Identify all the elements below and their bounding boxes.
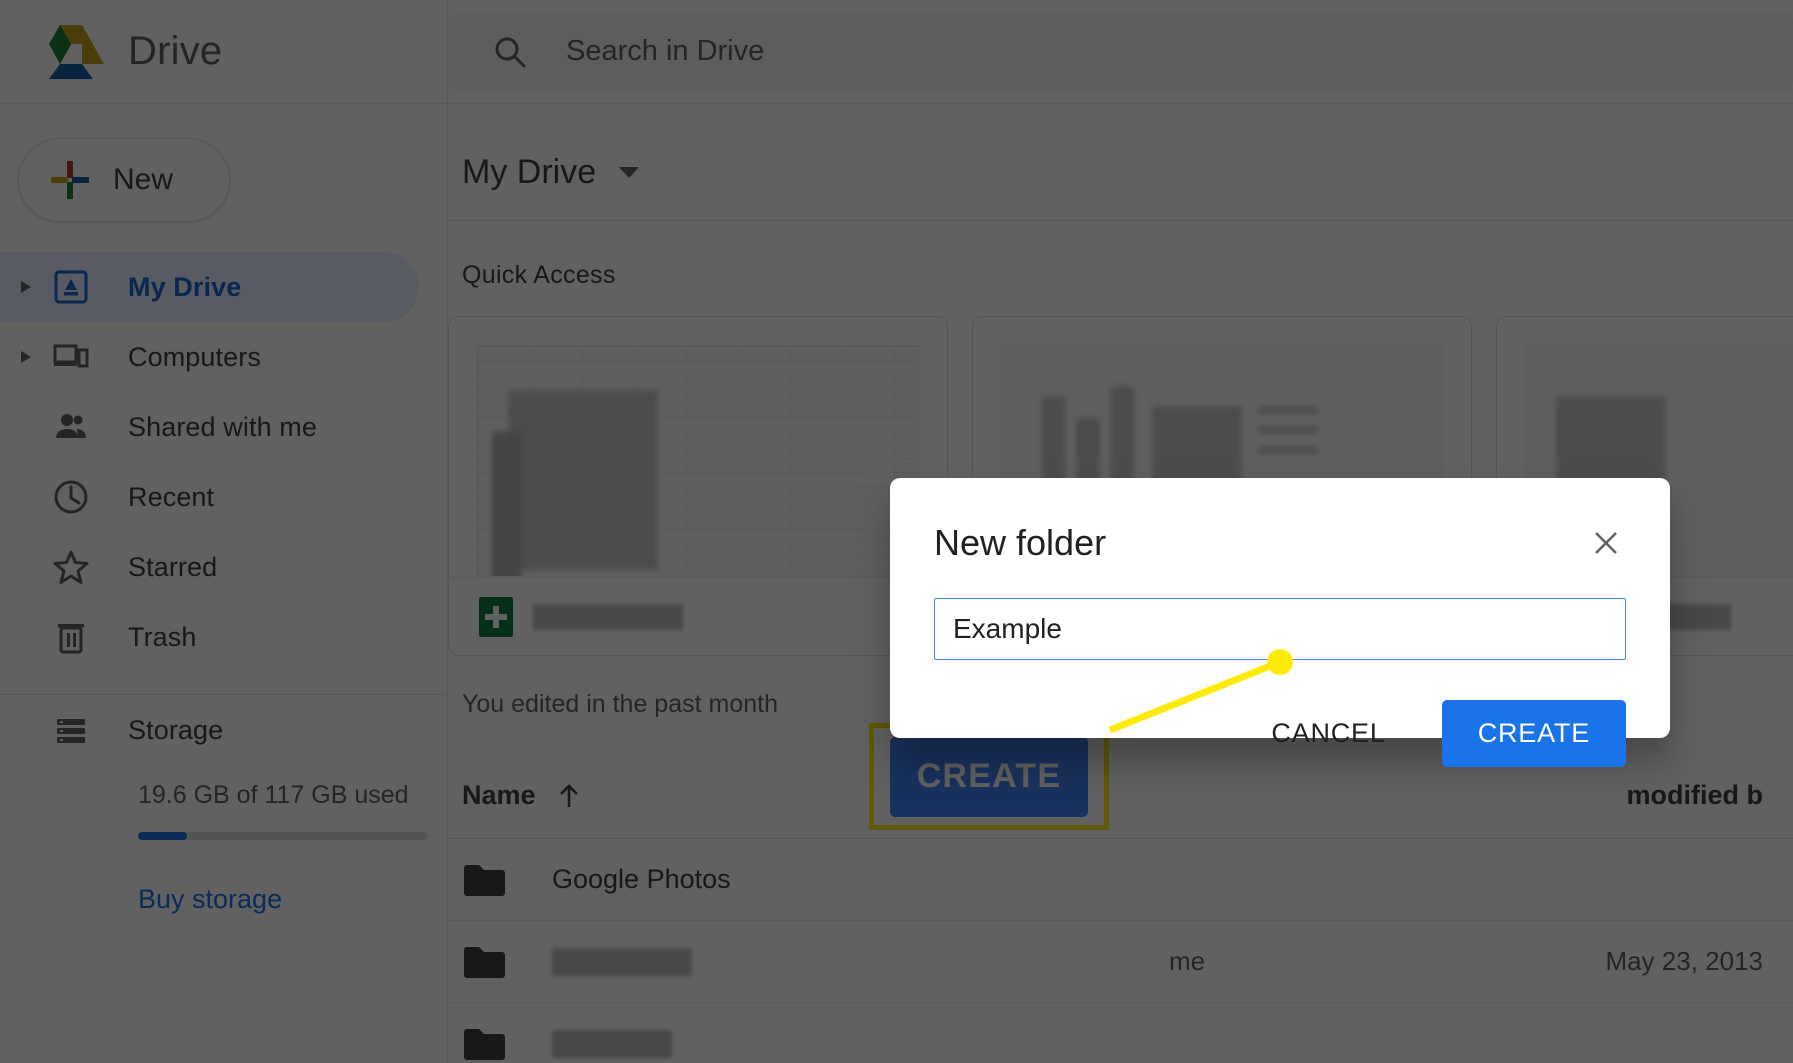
sidebar-item-label: Shared with me: [128, 411, 317, 442]
row-owner: me: [1168, 946, 1206, 976]
brand-title: Drive: [128, 29, 223, 73]
dialog-title: New folder: [934, 522, 1107, 563]
redacted-block: [492, 432, 522, 576]
folder-name-input[interactable]: [934, 598, 1626, 660]
redacted-filename: [552, 1029, 672, 1058]
computers-icon: [44, 339, 98, 375]
row-name-cell: [462, 944, 1022, 980]
row-name-cell: Google Photos: [462, 862, 1022, 898]
sidebar-item-label: Starred: [128, 551, 218, 582]
storage-section: Storage 19.6 GB of 117 GB used Buy stora…: [0, 695, 447, 915]
storage-progress-fill: [138, 832, 188, 840]
search-bar-container: Search in Drive: [448, 0, 1793, 104]
sidebar-item-shared-with-me[interactable]: Shared with me: [0, 392, 447, 462]
arrow-up-icon[interactable]: [558, 783, 580, 809]
dialog-actions: CANCEL CREATE: [934, 700, 1626, 767]
folder-icon: [464, 1028, 505, 1060]
new-folder-dialog: New folder CANCEL CREATE: [890, 478, 1670, 767]
sidebar-nav: My Drive Computers Shared with me Recent…: [0, 252, 447, 672]
sidebar-item-starred[interactable]: Starred: [0, 532, 447, 602]
dialog-header: New folder: [934, 478, 1626, 564]
table-row[interactable]: Google Photos: [448, 839, 1793, 921]
people-icon: [44, 409, 98, 445]
redacted-block: [1258, 426, 1318, 434]
clock-icon: [44, 479, 98, 515]
buy-storage-link[interactable]: Buy storage: [138, 884, 447, 915]
plus-icon: [51, 161, 89, 199]
card-thumbnail: [477, 345, 919, 577]
row-filename: Google Photos: [552, 864, 731, 894]
card-footer: [449, 577, 947, 655]
row-modified: May 23, 2013: [1605, 946, 1763, 976]
storage-label: Storage: [128, 714, 224, 745]
breadcrumb-title: My Drive: [462, 152, 597, 191]
column-header-modified[interactable]: modified b: [1352, 780, 1793, 811]
sidebar: Drive New My Drive Computers Shared with…: [0, 0, 448, 1063]
sidebar-item-trash[interactable]: Trash: [0, 602, 447, 672]
cancel-button[interactable]: CANCEL: [1251, 704, 1405, 763]
sidebar-item-computers[interactable]: Computers: [0, 322, 447, 392]
sidebar-item-label: My Drive: [128, 271, 242, 302]
sidebar-item-label: Recent: [128, 481, 215, 512]
close-icon[interactable]: [1586, 523, 1626, 563]
column-label-name: Name: [462, 780, 536, 810]
sidebar-item-label: Trash: [128, 621, 197, 652]
brand-header: Drive: [0, 0, 447, 104]
folder-icon: [464, 946, 505, 978]
table-row[interactable]: [448, 1003, 1793, 1063]
create-button[interactable]: CREATE: [1441, 700, 1626, 767]
quick-access-card[interactable]: [448, 316, 948, 656]
google-sheets-icon: [479, 596, 513, 637]
quick-access-label: Quick Access: [462, 261, 616, 289]
redacted-block: [508, 390, 658, 570]
my-drive-icon: [44, 269, 98, 305]
sidebar-item-label: Computers: [128, 341, 261, 372]
trash-icon: [44, 619, 98, 655]
redacted-filename: [552, 947, 692, 976]
card-caption: You edited in the past month: [462, 690, 778, 718]
header-rule: [448, 220, 1793, 221]
storage-usage-text: 19.6 GB of 117 GB used: [138, 781, 409, 809]
google-drive-logo-icon: [49, 24, 104, 79]
chevron-down-icon[interactable]: [618, 165, 640, 179]
redacted-block: [1258, 406, 1318, 414]
sidebar-item-recent[interactable]: Recent: [0, 462, 447, 532]
folder-icon: [464, 864, 505, 896]
storage-progress-bar: [138, 832, 428, 840]
sidebar-item-storage[interactable]: Storage: [8, 695, 447, 765]
new-button-label: New: [113, 163, 174, 196]
redacted-filename: [533, 603, 683, 630]
expand-caret-icon[interactable]: [8, 279, 44, 295]
new-button[interactable]: New: [18, 138, 230, 222]
expand-caret-icon[interactable]: [8, 349, 44, 365]
redacted-block: [1258, 446, 1318, 454]
screenshot-root: Drive New My Drive Computers Shared with…: [0, 0, 1793, 1063]
table-row[interactable]: me May 23, 2013: [448, 921, 1793, 1003]
storage-icon: [44, 712, 98, 748]
row-name-cell: [462, 1026, 1022, 1062]
search-input[interactable]: Search in Drive: [448, 12, 1793, 91]
search-icon: [495, 37, 526, 67]
breadcrumb[interactable]: My Drive: [448, 132, 1793, 212]
search-placeholder: Search in Drive: [566, 35, 765, 67]
sidebar-item-my-drive[interactable]: My Drive: [0, 252, 419, 322]
star-icon: [44, 549, 98, 585]
